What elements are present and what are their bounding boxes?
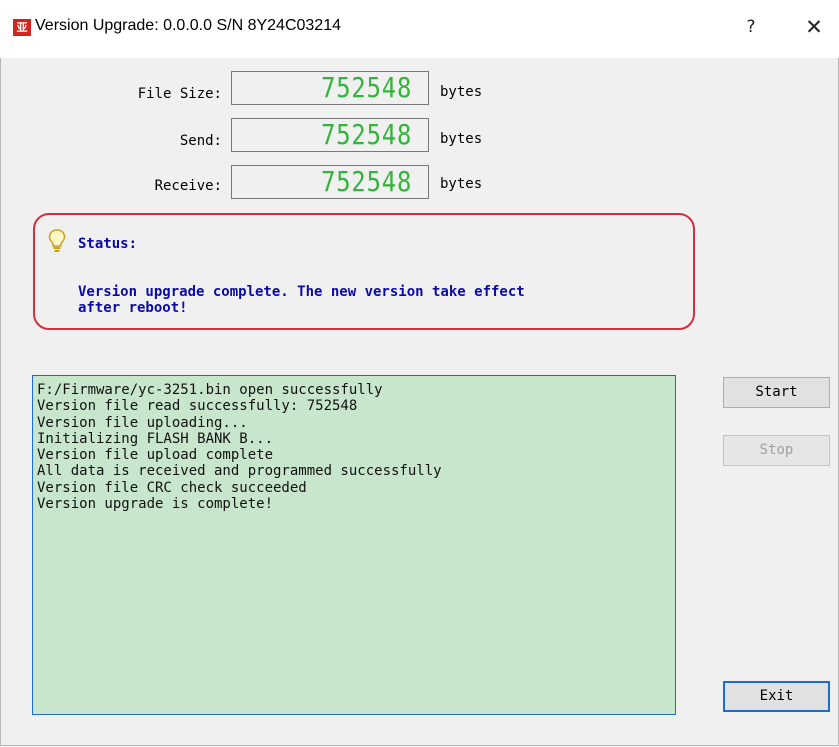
lightbulb-icon: [48, 229, 66, 252]
exit-button[interactable]: Exit: [723, 681, 830, 712]
receive-unit: bytes: [440, 176, 483, 192]
file-size-display: 752548: [231, 71, 429, 105]
receive-display: 752548: [231, 165, 429, 199]
log-line: Version upgrade is complete!: [37, 496, 274, 513]
log-output[interactable]: F:/Firmware/yc-3251.bin open successfull…: [32, 375, 676, 715]
log-line: Version file CRC check succeeded: [37, 479, 307, 496]
stop-button[interactable]: Stop: [723, 435, 830, 466]
send-display: 752548: [231, 118, 429, 152]
close-button[interactable]: ✕: [800, 14, 828, 40]
title-bar: 亚 Version Upgrade: 0.0.0.0 S/N 8Y24C0321…: [0, 0, 839, 58]
log-line: Initializing FLASH BANK B...: [37, 430, 274, 447]
start-button[interactable]: Start: [723, 377, 830, 408]
log-line: Version file uploading...: [37, 414, 248, 431]
log-line: F:/Firmware/yc-3251.bin open successfull…: [37, 382, 383, 398]
file-size-label: File Size:: [137, 86, 222, 102]
log-line: All data is received and programmed succ…: [37, 463, 442, 480]
window-title: Version Upgrade: 0.0.0.0 S/N 8Y24C03214: [35, 17, 341, 34]
log-line: Version file read successfully: 752548: [37, 398, 358, 415]
help-button[interactable]: ?: [740, 14, 762, 40]
send-value: 752548: [320, 118, 412, 151]
send-unit: bytes: [440, 131, 483, 147]
status-title: Status:: [78, 236, 138, 252]
receive-value: 752548: [320, 165, 412, 198]
file-size-value: 752548: [320, 71, 412, 104]
app-logo-icon: 亚: [13, 19, 31, 36]
send-label: Send:: [179, 133, 222, 149]
log-line: Version file upload complete: [37, 447, 274, 464]
receive-label: Receive:: [154, 178, 222, 194]
status-message: Version upgrade complete. The new versio…: [78, 284, 525, 316]
file-size-unit: bytes: [440, 84, 483, 100]
